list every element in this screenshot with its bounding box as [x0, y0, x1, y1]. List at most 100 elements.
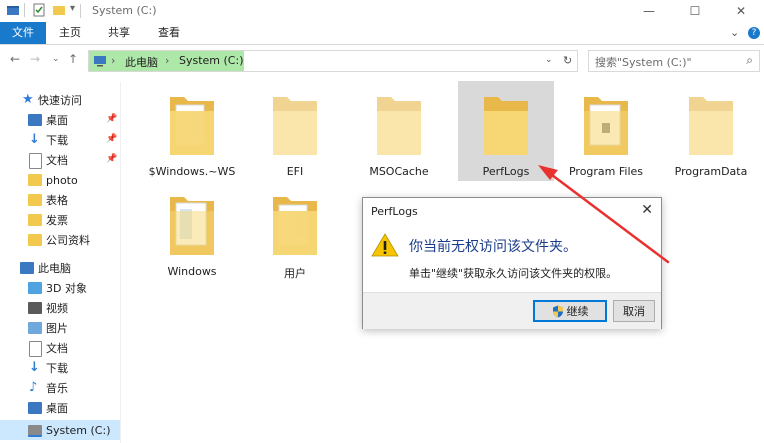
folder-item[interactable]: MSOCache	[351, 81, 447, 181]
folder-icon	[28, 194, 42, 206]
pin-icon: 📌	[106, 154, 118, 164]
sidebar-item-this-pc[interactable]: 此电脑	[0, 258, 120, 278]
video-icon	[28, 302, 42, 314]
3d-objects-icon	[28, 282, 42, 294]
dialog-close-icon[interactable]: ✕	[641, 202, 653, 218]
desktop-icon	[28, 114, 42, 126]
folder-item[interactable]: Program Files	[558, 81, 654, 181]
dialog-detail: 单击"继续"获取永久访问该文件夹的权限。	[409, 267, 618, 280]
folder-name: Windows	[167, 265, 217, 278]
breadcrumb-system-c[interactable]: System (C:)	[179, 54, 244, 67]
sidebar-item-music[interactable]: ♪ 音乐	[0, 378, 120, 398]
folder-name: $Windows.~WS	[148, 165, 236, 178]
sidebar-item-label: 图片	[46, 322, 68, 335]
back-arrow-icon[interactable]: ←	[10, 52, 20, 66]
breadcrumb-separator-icon: ›	[165, 54, 170, 67]
address-dropdown-icon[interactable]: ⌄	[545, 55, 553, 65]
folder-icon	[28, 234, 42, 246]
folder-item[interactable]: $Windows.~WS	[144, 81, 240, 181]
forward-arrow-icon[interactable]: →	[30, 52, 40, 66]
navigation-bar: ← → ⌄ ↑ › 此电脑 › System (C:) ⌄ ↻ 搜索"Syste…	[0, 45, 764, 75]
folder-name: PerfLogs	[482, 165, 530, 178]
folder-icon	[484, 97, 528, 155]
sidebar-item-3d-objects[interactable]: 3D 对象	[0, 278, 120, 298]
continue-label: 继续	[566, 305, 589, 318]
picture-icon	[28, 322, 42, 334]
new-folder-icon[interactable]	[52, 3, 66, 17]
sidebar-item-label: 快速访问	[38, 94, 82, 107]
refresh-icon[interactable]: ↻	[563, 54, 572, 67]
folder-item[interactable]: EFI	[247, 81, 343, 181]
help-icon[interactable]: ?	[748, 27, 760, 39]
folder-icon	[273, 97, 317, 155]
properties-icon[interactable]	[32, 3, 46, 17]
folder-name: MSOCache	[369, 165, 429, 178]
sidebar-item-desktop[interactable]: 桌面 📌	[0, 110, 120, 130]
folder-icon	[584, 97, 628, 155]
customize-quick-access-icon[interactable]: ▾	[70, 3, 75, 14]
folder-icon	[170, 97, 214, 155]
sidebar-item-photo[interactable]: photo	[0, 170, 120, 190]
star-icon: ★	[22, 92, 34, 107]
breadcrumb-this-pc[interactable]: 此电脑	[125, 54, 158, 70]
warning-icon	[371, 233, 399, 257]
cancel-label: 取消	[623, 305, 645, 318]
maximize-button[interactable]: ☐	[672, 0, 718, 22]
sidebar-item-system-c[interactable]: System (C:)	[0, 420, 120, 440]
dialog-title: PerfLogs	[371, 205, 418, 218]
sidebar-item-documents-pc[interactable]: 文档	[0, 338, 120, 358]
folder-item[interactable]: Windows	[144, 181, 240, 281]
minimize-button[interactable]: —	[626, 0, 672, 22]
recent-locations-icon[interactable]: ⌄	[52, 54, 60, 64]
sidebar-item-label: 3D 对象	[46, 282, 87, 295]
folder-name: Program Files	[568, 165, 644, 178]
folder-item[interactable]: ProgramData	[663, 81, 759, 181]
tab-share[interactable]: 共享	[94, 22, 144, 44]
search-input[interactable]: 搜索"System (C:)"	[595, 54, 692, 70]
sidebar-item-label: 下载	[46, 134, 68, 147]
ribbon: 文件 主页 共享 查看 ⌄ ?	[0, 22, 764, 45]
folder-icon	[273, 197, 317, 255]
this-pc-icon	[20, 262, 34, 274]
address-bar[interactable]: › 此电脑 › System (C:) ⌄ ↻	[88, 50, 578, 72]
sidebar-item-label: photo	[46, 173, 78, 187]
folder-item-perflogs[interactable]: PerfLogs	[458, 81, 554, 181]
document-icon	[29, 153, 42, 169]
folder-item[interactable]: 用户	[247, 181, 343, 281]
search-box[interactable]: 搜索"System (C:)" ⌕	[588, 50, 760, 72]
tab-view[interactable]: 查看	[144, 22, 194, 44]
sidebar-item-quick-access[interactable]: ★ 快速访问	[0, 90, 120, 110]
expand-ribbon-icon[interactable]: ⌄	[730, 26, 739, 39]
sidebar-item-invoices[interactable]: 发票	[0, 210, 120, 230]
search-icon[interactable]: ⌕	[746, 53, 753, 68]
sidebar-item-label: 文档	[46, 342, 68, 355]
sidebar-item-label: 音乐	[46, 382, 68, 395]
dialog-message: 你当前无权访问该文件夹。	[409, 239, 577, 255]
sidebar-item-pictures[interactable]: 图片	[0, 318, 120, 338]
sidebar-item-documents[interactable]: 文档 📌	[0, 150, 120, 170]
sidebar-item-tables[interactable]: 表格	[0, 190, 120, 210]
breadcrumb-separator-icon: ›	[111, 54, 116, 67]
close-icon: ✕	[735, 4, 747, 18]
up-arrow-icon[interactable]: ↑	[68, 52, 78, 66]
folder-name: 用户	[284, 267, 306, 280]
cancel-button[interactable]: 取消	[613, 300, 655, 322]
folder-name: ProgramData	[674, 165, 748, 178]
folder-icon	[28, 174, 42, 186]
sidebar-item-downloads-pc[interactable]: ↓ 下载	[0, 358, 120, 378]
continue-button[interactable]: 继续	[533, 300, 607, 322]
sidebar-item-videos[interactable]: 视频	[0, 298, 120, 318]
close-button[interactable]: ✕	[718, 0, 764, 22]
sidebar-item-downloads[interactable]: ↓ 下载 📌	[0, 130, 120, 150]
sidebar-item-label: 发票	[46, 214, 68, 227]
folder-icon	[28, 214, 42, 226]
tab-file[interactable]: 文件	[0, 22, 46, 44]
window-title: System (C:)	[92, 4, 157, 17]
document-icon	[29, 341, 42, 357]
tab-home[interactable]: 主页	[46, 22, 94, 44]
sidebar-item-company-docs[interactable]: 公司资料	[0, 230, 120, 250]
sidebar-item-desktop-pc[interactable]: 桌面	[0, 398, 120, 418]
drive-icon	[28, 425, 42, 437]
music-icon: ♪	[29, 380, 38, 395]
folder-icon	[377, 97, 421, 155]
